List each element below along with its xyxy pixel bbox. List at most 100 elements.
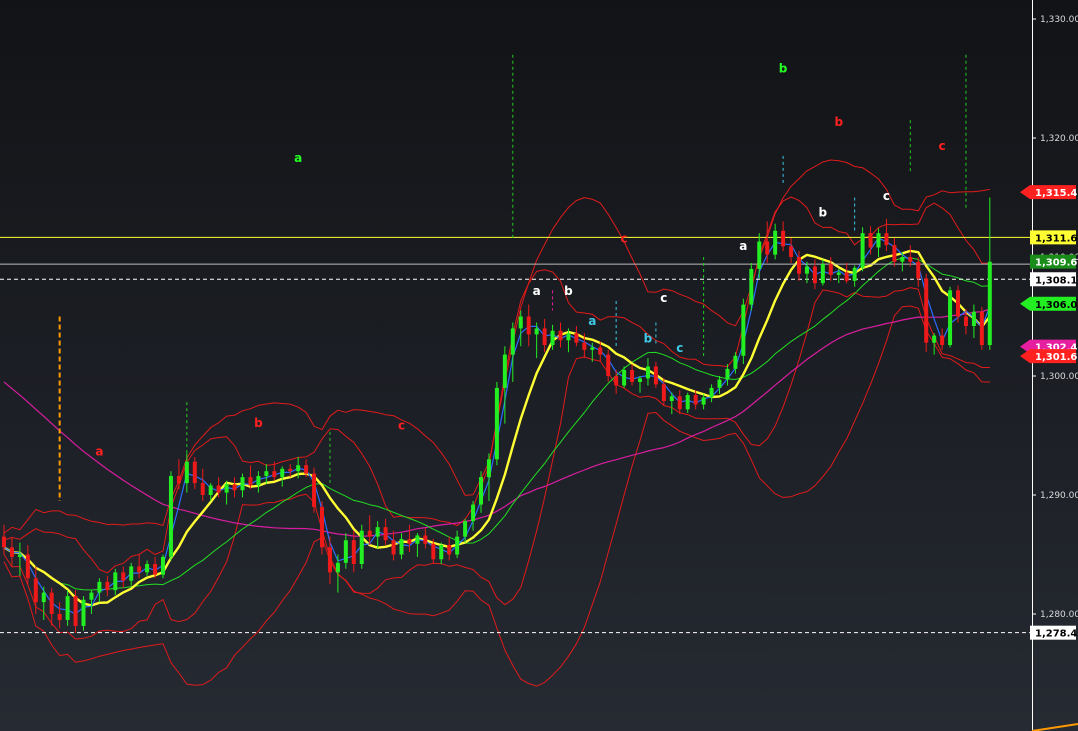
candle-body [137,566,142,573]
y-axis-tick-label: 1,330.00 [1040,15,1078,25]
candle [510,322,515,382]
candle [892,237,897,267]
candle [407,524,412,553]
candle [479,471,483,513]
candle-body [304,465,309,474]
candle-body [288,468,293,472]
candle [455,530,460,559]
candle-body [773,230,778,255]
candle [741,298,746,365]
candle [773,223,778,260]
candle-body [272,471,277,478]
candle-body [820,264,825,284]
candle-body [145,564,150,573]
candle-body [733,355,738,369]
candle [49,587,54,626]
candle-body [900,257,905,262]
candle [757,233,762,279]
candle [391,530,396,561]
candle [844,262,849,284]
candle-body [749,268,754,305]
candle-body [343,540,348,563]
candle [820,259,825,286]
candle [884,218,889,252]
candle-body [383,527,388,541]
wave-label: b [834,115,843,129]
candle-body [518,316,523,329]
candle [638,376,642,393]
candle-body [614,376,619,386]
candle-body [979,311,984,346]
candle [940,328,945,350]
candle [327,536,332,585]
candle [781,221,786,252]
candle-body [502,354,507,388]
candle-body [264,471,269,476]
wave-label: a [533,284,541,298]
candle [81,596,86,631]
candle-body [57,614,62,620]
candle-body [447,544,452,555]
candle [868,226,873,255]
candle [932,333,937,355]
candle-body [924,278,929,343]
candle-body [685,395,690,410]
candle [367,515,372,545]
y-axis-tick-label: 1,300.00 [1040,372,1078,382]
candle-body [876,233,881,248]
candle [502,346,507,424]
candle-body [534,328,539,335]
candle [916,257,921,287]
axis-corner-accent [1031,723,1078,731]
candle [789,237,794,263]
candle [709,384,714,403]
candle-body [216,485,221,493]
candle-body [860,233,865,268]
candle [256,471,261,493]
candle-body [320,506,324,548]
candle-body [630,370,635,382]
price-label-text: 1,311.65 [1035,233,1078,244]
candle [312,467,317,513]
candle-body [113,572,118,591]
candle-body [41,592,46,603]
candle [320,500,324,555]
candle-body [280,468,285,478]
candle [224,480,229,505]
candle-body [812,266,817,284]
candle-body [431,543,436,560]
candle-body [932,335,937,343]
candle [375,521,380,549]
candle [121,566,126,588]
wave-label: c [660,291,667,305]
candle-body [693,395,698,405]
candle-body [948,290,953,346]
candle-body [479,477,483,505]
candle [645,358,650,386]
candle [653,361,658,388]
candle-body [956,290,960,317]
wave-label: a [95,445,103,459]
candle-body [741,304,746,356]
candle-body [129,566,134,581]
candle-body [367,530,372,537]
candle-body [804,266,809,274]
candle-body [582,342,587,350]
candle [486,453,491,501]
price-label: 1,315.45 [1020,185,1078,200]
candle [9,537,14,567]
price-label-text: 1,301.67 [1035,352,1078,363]
candle-body [677,396,682,410]
candle-body [232,484,237,491]
candle-body [884,233,889,246]
candle-body [717,379,722,388]
candle [558,322,563,348]
candle-body [908,257,913,262]
candle-body [335,562,340,573]
candle-body [757,241,762,269]
candle-body [65,596,70,620]
candle [232,477,237,498]
candle-body [184,461,189,484]
candle [908,245,913,267]
candle-body [25,554,30,579]
